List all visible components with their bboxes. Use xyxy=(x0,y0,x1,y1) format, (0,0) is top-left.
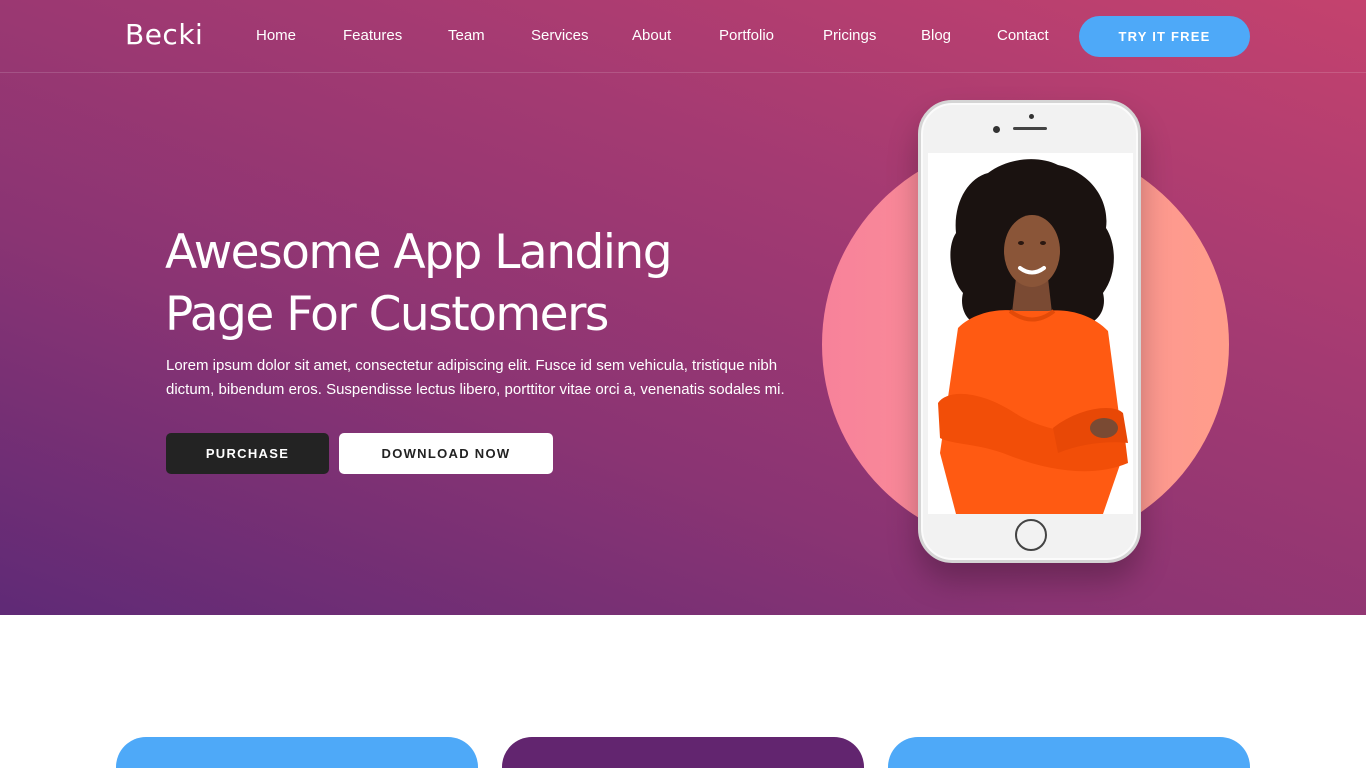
hero-section: Becki Home Features Team Services About … xyxy=(0,0,1366,615)
woman-photo xyxy=(928,153,1133,514)
feature-card-2 xyxy=(502,737,864,768)
try-it-free-button[interactable]: TRY IT FREE xyxy=(1079,16,1250,57)
purchase-button[interactable]: PURCHASE xyxy=(166,433,329,474)
nav-item-services[interactable]: Services xyxy=(531,27,589,44)
phone-sensor xyxy=(1029,114,1034,119)
download-now-button[interactable]: DOWNLOAD NOW xyxy=(339,433,553,474)
logo[interactable]: Becki xyxy=(125,18,203,51)
nav-item-about[interactable]: About xyxy=(632,27,671,44)
phone-screen xyxy=(928,153,1133,514)
smartphone-mockup xyxy=(918,100,1141,563)
feature-card-1 xyxy=(116,737,478,768)
nav-item-pricings[interactable]: Pricings xyxy=(823,27,876,44)
phone-speaker xyxy=(1013,127,1047,130)
hero-title-line-1: Awesome App Landing xyxy=(165,225,673,280)
nav-item-home[interactable]: Home xyxy=(256,27,296,44)
nav-item-team[interactable]: Team xyxy=(448,27,485,44)
phone-home-button xyxy=(1015,519,1047,551)
nav-item-blog[interactable]: Blog xyxy=(921,27,951,44)
feature-card-3 xyxy=(888,737,1250,768)
hero-title-line-2: Page For Customers xyxy=(165,287,609,342)
hero-title: Awesome App Landing Page For Customers xyxy=(165,222,785,346)
nav-item-features[interactable]: Features xyxy=(343,27,402,44)
site-header: Becki Home Features Team Services About … xyxy=(0,0,1366,73)
nav-item-portfolio[interactable]: Portfolio xyxy=(719,27,774,44)
phone-camera xyxy=(993,126,1000,133)
nav-item-contact[interactable]: Contact xyxy=(997,27,1049,44)
hero-subtitle: Lorem ipsum dolor sit amet, consectetur … xyxy=(166,357,785,398)
